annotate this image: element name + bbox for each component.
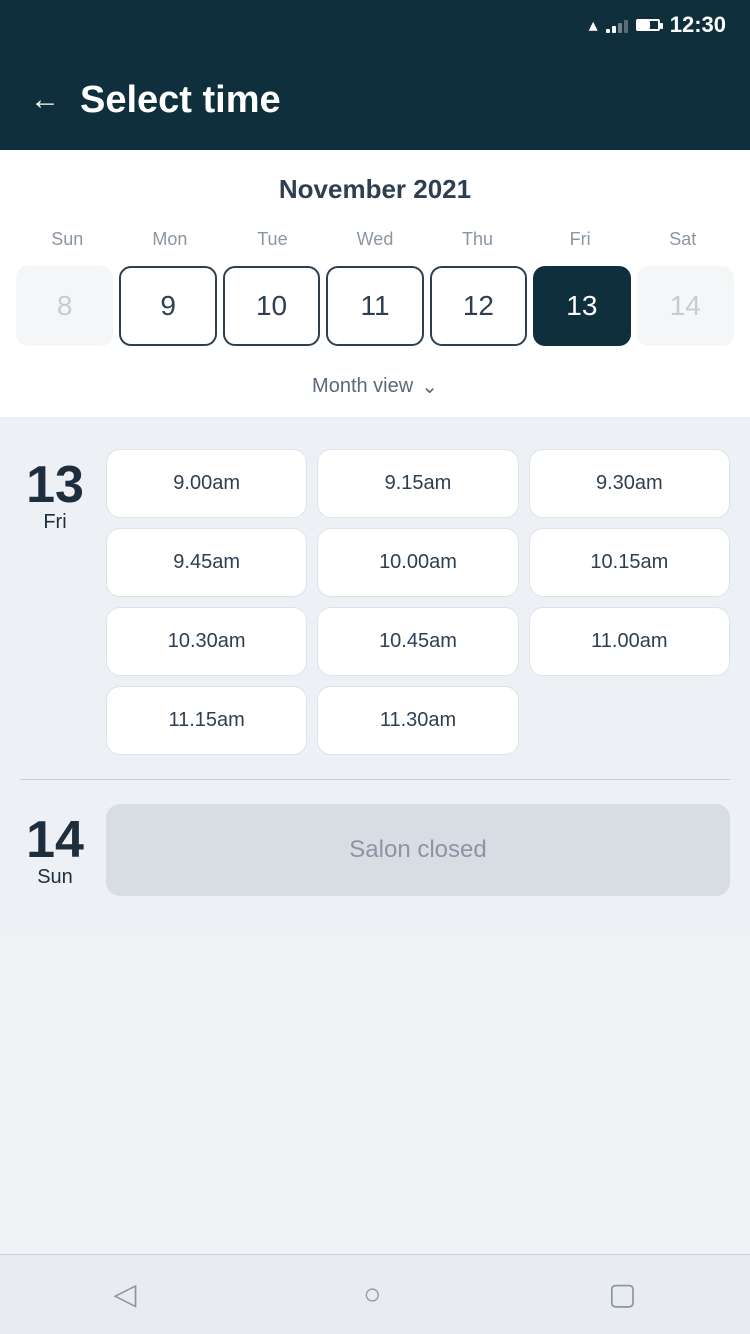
status-bar: ▴ 12:30 bbox=[0, 0, 750, 50]
weekday-sun: Sun bbox=[16, 223, 119, 256]
time-slot-900am[interactable]: 9.00am bbox=[106, 449, 307, 518]
calendar-section: November 2021 Sun Mon Tue Wed Thu Fri Sa… bbox=[0, 150, 750, 362]
weekday-thu: Thu bbox=[426, 223, 529, 256]
battery-icon bbox=[636, 19, 660, 31]
nav-home-button[interactable]: ○ bbox=[363, 1278, 381, 1312]
day-name-13: Fri bbox=[43, 511, 66, 534]
weekday-sat: Sat bbox=[631, 223, 734, 256]
day-label-13: 13 Fri bbox=[20, 449, 90, 755]
status-time: 12:30 bbox=[670, 12, 726, 38]
chevron-down-icon: ⌄ bbox=[421, 374, 438, 399]
month-year-label: November 2021 bbox=[16, 174, 734, 205]
time-slot-1015am[interactable]: 10.15am bbox=[529, 528, 730, 597]
date-cell-9[interactable]: 9 bbox=[119, 266, 216, 346]
time-slot-1100am[interactable]: 11.00am bbox=[529, 607, 730, 676]
date-cell-10[interactable]: 10 bbox=[223, 266, 320, 346]
section-divider bbox=[20, 779, 730, 780]
day-section-14: 14 Sun Salon closed bbox=[20, 788, 730, 920]
month-view-toggle[interactable]: Month view ⌄ bbox=[0, 362, 750, 417]
date-cell-11[interactable]: 11 bbox=[326, 266, 423, 346]
time-slot-915am[interactable]: 9.15am bbox=[317, 449, 518, 518]
date-cell-12[interactable]: 12 bbox=[430, 266, 527, 346]
time-slot-1115am[interactable]: 11.15am bbox=[106, 686, 307, 755]
signal-icon bbox=[606, 17, 628, 33]
date-cell-14[interactable]: 14 bbox=[637, 266, 734, 346]
time-slot-1130am[interactable]: 11.30am bbox=[317, 686, 518, 755]
header: ← Select time bbox=[0, 50, 750, 150]
day-name-14: Sun bbox=[37, 866, 73, 889]
day-number-13: 13 bbox=[26, 459, 84, 511]
weekday-tue: Tue bbox=[221, 223, 324, 256]
time-slot-945am[interactable]: 9.45am bbox=[106, 528, 307, 597]
nav-back-button[interactable]: ◁ bbox=[113, 1277, 136, 1312]
time-slot-1030am[interactable]: 10.30am bbox=[106, 607, 307, 676]
back-button[interactable]: ← bbox=[30, 83, 60, 117]
week-days-row: Sun Mon Tue Wed Thu Fri Sat bbox=[16, 223, 734, 256]
month-view-label: Month view bbox=[312, 375, 413, 398]
calendar-dates: 8 9 10 11 12 13 14 bbox=[16, 266, 734, 362]
date-cell-8[interactable]: 8 bbox=[16, 266, 113, 346]
date-cell-13[interactable]: 13 bbox=[533, 266, 630, 346]
weekday-fri: Fri bbox=[529, 223, 632, 256]
wifi-icon: ▴ bbox=[589, 15, 598, 36]
time-slots-grid-13: 9.00am 9.15am 9.30am 9.45am 10.00am 10.1… bbox=[106, 449, 730, 755]
time-slot-1000am[interactable]: 10.00am bbox=[317, 528, 518, 597]
nav-recent-button[interactable]: ▢ bbox=[608, 1277, 636, 1312]
bottom-nav: ◁ ○ ▢ bbox=[0, 1254, 750, 1334]
day-section-13: 13 Fri 9.00am 9.15am 9.30am 9.45am 10.00… bbox=[20, 433, 730, 771]
schedule-area: 13 Fri 9.00am 9.15am 9.30am 9.45am 10.00… bbox=[0, 417, 750, 936]
weekday-wed: Wed bbox=[324, 223, 427, 256]
salon-closed-box: Salon closed bbox=[106, 804, 730, 896]
day-number-14: 14 bbox=[26, 814, 84, 866]
page-title: Select time bbox=[80, 79, 281, 122]
day-label-14: 14 Sun bbox=[20, 804, 90, 889]
status-icons: ▴ bbox=[589, 15, 660, 36]
time-slot-930am[interactable]: 9.30am bbox=[529, 449, 730, 518]
weekday-mon: Mon bbox=[119, 223, 222, 256]
time-slot-1045am[interactable]: 10.45am bbox=[317, 607, 518, 676]
